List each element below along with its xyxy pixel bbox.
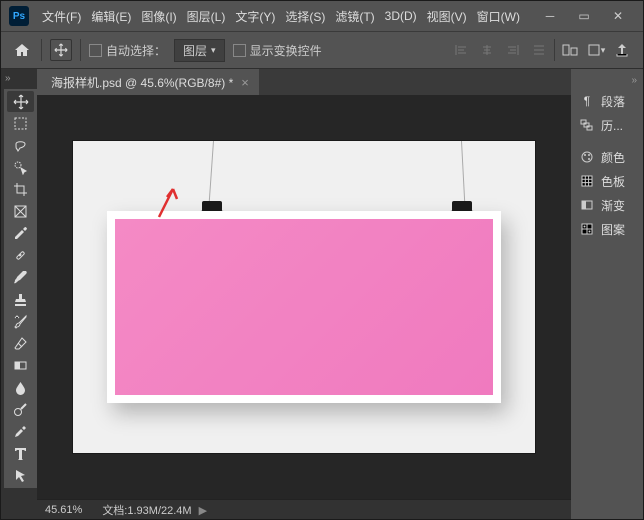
lasso-tool[interactable]: [7, 135, 34, 156]
panel-label: 颜色: [601, 149, 625, 166]
divider: [41, 39, 42, 61]
menu-layer[interactable]: 图层(L): [182, 8, 231, 25]
eyedropper-tool[interactable]: [7, 223, 34, 244]
menu-type[interactable]: 文字(Y): [230, 8, 280, 25]
history-brush-tool[interactable]: [7, 311, 34, 332]
paragraph-icon: ¶: [579, 93, 595, 109]
crop-tool[interactable]: [7, 179, 34, 200]
string-decoration: [461, 141, 465, 203]
menu-filter[interactable]: 滤镜(T): [330, 8, 379, 25]
window-maximize-button[interactable]: ▭: [567, 5, 601, 27]
string-decoration: [209, 141, 214, 203]
divider: [80, 39, 81, 61]
auto-select-dropdown[interactable]: 图层 ▾: [174, 39, 225, 62]
home-icon[interactable]: [11, 39, 33, 61]
history-icon: [579, 117, 595, 133]
panel-label: 图案: [601, 221, 625, 238]
path-select-tool[interactable]: [7, 465, 34, 486]
panel-color[interactable]: 颜色: [571, 145, 643, 169]
menu-3d[interactable]: 3D(D): [380, 9, 422, 23]
show-transform-label: 显示变换控件: [250, 42, 322, 59]
gradients-icon: [579, 197, 595, 213]
marquee-tool[interactable]: [7, 113, 34, 134]
document-tab[interactable]: 海报样机.psd @ 45.6%(RGB/8#) * ×: [37, 69, 259, 95]
doc-size[interactable]: 文档:1.93M/22.4M ▶: [102, 502, 207, 518]
document-canvas: [73, 141, 535, 453]
healing-tool[interactable]: [7, 245, 34, 266]
blur-tool[interactable]: [7, 377, 34, 398]
panel-paragraph[interactable]: ¶ 段落: [571, 89, 643, 113]
menu-select[interactable]: 选择(S): [280, 8, 330, 25]
panel-label: 段落: [601, 93, 625, 110]
checkbox-icon: [89, 44, 102, 57]
chevron-right-icon: ▶: [199, 505, 207, 517]
eraser-tool[interactable]: [7, 333, 34, 354]
window-minimize-button[interactable]: ─: [533, 5, 567, 27]
document-tab-title: 海报样机.psd @ 45.6%(RGB/8#) *: [51, 74, 233, 91]
auto-select-label: 自动选择：: [106, 42, 166, 59]
stamp-tool[interactable]: [7, 289, 34, 310]
menu-bar: Ps 文件(F) 编辑(E) 图像(I) 图层(L) 文字(Y) 选择(S) 滤…: [1, 1, 643, 31]
options-bar: 自动选择： 图层 ▾ 显示变换控件 ▾: [1, 31, 643, 69]
gradient-tool[interactable]: [7, 355, 34, 376]
menu-image[interactable]: 图像(I): [136, 8, 181, 25]
align-mode-icon[interactable]: [559, 39, 581, 61]
panel-history[interactable]: 历...: [571, 113, 643, 137]
color-icon: [579, 149, 595, 165]
share-icon[interactable]: [611, 39, 633, 61]
move-tool[interactable]: [7, 91, 34, 112]
patterns-icon: [579, 221, 595, 237]
dodge-tool[interactable]: [7, 399, 34, 420]
swatches-icon: [579, 173, 595, 189]
brush-tool[interactable]: [7, 267, 34, 288]
poster-mockup: [107, 211, 501, 403]
dropdown-value: 图层: [183, 42, 207, 59]
panel-collapse-icon[interactable]: »: [571, 75, 643, 89]
panel-label: 渐变: [601, 197, 625, 214]
tools-toolbar: [4, 89, 37, 488]
menu-edit[interactable]: 编辑(E): [86, 8, 136, 25]
frame-tool[interactable]: [7, 201, 34, 222]
panel-patterns[interactable]: 图案: [571, 217, 643, 241]
auto-select-checkbox[interactable]: 自动选择：: [89, 42, 166, 59]
panel-swatches[interactable]: 色板: [571, 169, 643, 193]
close-icon[interactable]: ×: [241, 75, 249, 90]
window-close-button[interactable]: ✕: [601, 5, 635, 27]
panel-label: 色板: [601, 173, 625, 190]
3d-mode-icon[interactable]: ▾: [585, 39, 607, 61]
chevron-down-icon: ▾: [211, 45, 216, 56]
app-logo: Ps: [9, 6, 29, 26]
panel-gradients[interactable]: 渐变: [571, 193, 643, 217]
move-tool-indicator-icon[interactable]: [50, 39, 72, 61]
align-center-h-icon[interactable]: [476, 39, 498, 61]
poster-artwork: [115, 219, 493, 395]
show-transform-checkbox[interactable]: 显示变换控件: [233, 42, 322, 59]
document-tabs: 海报样机.psd @ 45.6%(RGB/8#) * ×: [37, 69, 571, 95]
pen-tool[interactable]: [7, 421, 34, 442]
menu-window[interactable]: 窗口(W): [472, 8, 525, 25]
right-panel: » ¶ 段落 历... 颜色 色板 渐变: [571, 69, 643, 519]
canvas-viewport[interactable]: [37, 95, 571, 499]
distribute-icon[interactable]: [528, 39, 550, 61]
status-bar: 45.61% 文档:1.93M/22.4M ▶: [37, 499, 571, 519]
quick-select-tool[interactable]: [7, 157, 34, 178]
toolbar-collapse-icon[interactable]: »: [5, 73, 19, 87]
zoom-level[interactable]: 45.61%: [45, 504, 82, 516]
align-left-icon[interactable]: [450, 39, 472, 61]
panel-label: 历...: [601, 117, 623, 134]
menu-view[interactable]: 视图(V): [422, 8, 472, 25]
type-tool[interactable]: [7, 443, 34, 464]
checkbox-icon: [233, 44, 246, 57]
align-right-icon[interactable]: [502, 39, 524, 61]
divider: [554, 39, 555, 61]
menu-file[interactable]: 文件(F): [37, 8, 86, 25]
